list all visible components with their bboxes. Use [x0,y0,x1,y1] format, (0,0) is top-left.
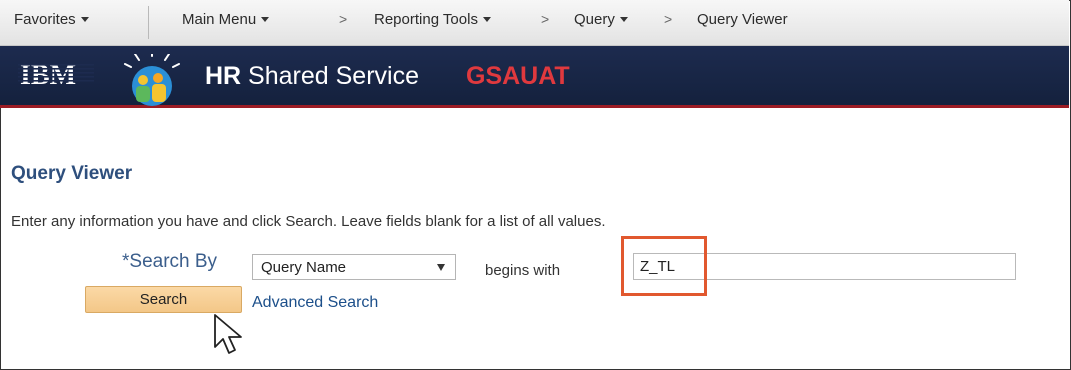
operator-label: begins with [485,262,561,279]
breadcrumb-separator: > [541,11,550,27]
brand-title-bold: HR [205,62,242,90]
header-banner: IBM HR Shared Service GSAUAT [0,46,1069,108]
brand-title-rest: Shared Service [241,62,419,90]
nav-favorites[interactable]: Favorites [14,11,89,28]
nav-query[interactable]: Query [574,11,628,28]
caret-down-icon [619,17,628,22]
top-nav-bar: Favorites Main Menu > Reporting Tools > … [0,0,1069,46]
caret-down-icon [482,17,491,22]
caret-down-icon [261,17,270,22]
search-by-select[interactable]: Query Name [252,254,456,280]
dropdown-arrow-icon [437,264,445,271]
caret-down-icon [80,17,89,22]
annotation-highlight-box [621,236,707,296]
nav-query-viewer[interactable]: Query Viewer [697,11,788,28]
person-logo-icon [124,54,180,106]
search-by-label: *Search By [122,251,218,272]
nav-divider [148,6,149,39]
nav-favorites-label: Favorites [14,11,76,28]
ibm-logo-icon: IBM [18,60,94,89]
nav-reporting-tools[interactable]: Reporting Tools [374,11,491,28]
advanced-search-link[interactable]: Advanced Search [252,294,378,312]
breadcrumb-separator: > [339,11,348,27]
nav-reporting-tools-label: Reporting Tools [374,11,478,28]
page-title: Query Viewer [11,163,133,184]
nav-main-menu[interactable]: Main Menu [182,11,270,28]
search-button[interactable]: Search [85,286,242,313]
brand-title: HR Shared Service [205,62,419,91]
breadcrumb-separator: > [664,11,673,27]
environment-label: GSAUAT [466,62,570,90]
nav-query-label: Query [574,11,615,28]
search-instructions: Enter any information you have and click… [11,213,606,230]
nav-main-menu-label: Main Menu [182,11,257,28]
mouse-cursor-icon [214,314,242,354]
search-by-select-value: Query Name [261,259,347,276]
